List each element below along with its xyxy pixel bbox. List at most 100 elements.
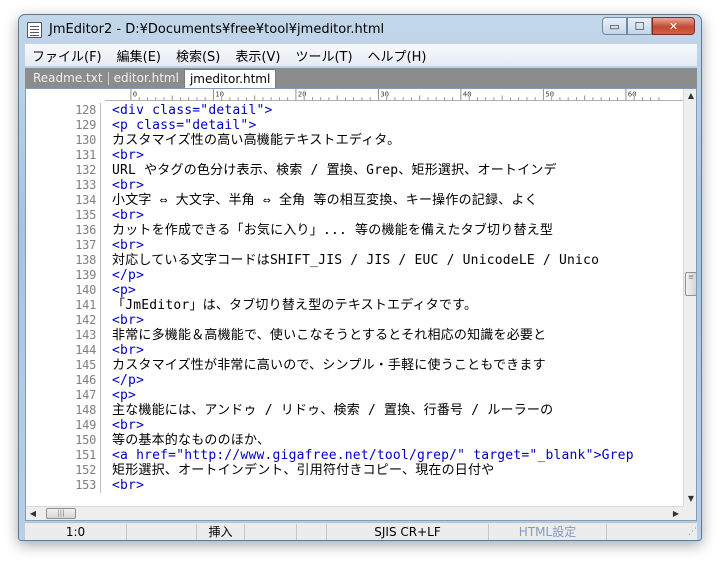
code-line[interactable]: 140 <p>: [26, 283, 683, 298]
line-number: 138: [75, 253, 96, 267]
menu-file[interactable]: ファイル(F): [25, 46, 110, 65]
line-number: 152: [75, 463, 96, 477]
horizontal-scrollbar[interactable]: ◀ ||| ▶: [26, 506, 683, 520]
code-line[interactable]: 136 カットを作成できる「お気に入り」... 等の機能を備えたタブ切り替え型: [26, 223, 683, 238]
code-line[interactable]: 145 カスタマイズ性が非常に高いので、シンプル・手軽に使うこともできます: [26, 358, 683, 373]
close-button[interactable]: ✕: [652, 17, 695, 35]
line-number: 145: [75, 358, 96, 372]
line-number: 137: [75, 238, 96, 252]
code-area[interactable]: 128 <div class="detail"> 129 <p class="deta…: [26, 103, 683, 507]
line-text[interactable]: 等の基本的なもののほか、: [103, 433, 270, 448]
code-line[interactable]: 137 <br>: [26, 238, 683, 253]
line-text[interactable]: カスタマイズ性が非常に高いので、シンプル・手軽に使うこともできます: [103, 358, 546, 373]
resize-grip-icon[interactable]: ⋰: [683, 525, 697, 539]
code-line[interactable]: 152 矩形選択、オートインデント、引用符付きコピー、現在の日付や: [26, 463, 683, 478]
code-line[interactable]: 146 </p>: [26, 373, 683, 388]
status-filetype[interactable]: HTML設定: [489, 523, 607, 540]
line-text[interactable]: URL やタグの色分け表示、検索 / 置換、Grep、矩形選択、オートインデ: [103, 163, 557, 178]
line-text[interactable]: <br>: [103, 208, 144, 223]
line-number: 131: [75, 148, 96, 162]
status-cursor-position: 1:0: [25, 523, 127, 540]
vertical-scrollbar[interactable]: ▲ ≡ ▼: [683, 89, 696, 506]
line-text[interactable]: <br>: [103, 148, 144, 163]
minimize-button[interactable]: ▭: [602, 17, 627, 35]
line-text[interactable]: </p>: [103, 268, 144, 283]
line-text[interactable]: カスタマイズ性の高い高機能テキストエディタ。: [103, 133, 400, 148]
scroll-down-icon[interactable]: ▼: [684, 492, 696, 506]
line-text[interactable]: 対応している文字コードはSHIFT_JIS / JIS / EUC / Unic…: [103, 253, 599, 268]
code-line[interactable]: 131 <br>: [26, 148, 683, 163]
ruler-corner: [26, 89, 105, 101]
code-line[interactable]: 153 <br>: [26, 478, 683, 493]
code-line[interactable]: 148 主な機能には、アンドゥ / リドゥ、検索 / 置換、行番号 / ルーラーの: [26, 403, 683, 418]
code-line[interactable]: 142 <br>: [26, 313, 683, 328]
code-line[interactable]: 130 カスタマイズ性の高い高機能テキストエディタ。: [26, 133, 683, 148]
code-line[interactable]: 151 <a href="http://www.gigafree.net/tool…: [26, 448, 683, 463]
code-line[interactable]: 129 <p class="detail">: [26, 118, 683, 133]
line-text[interactable]: 矩形選択、オートインデント、引用符付きコピー、現在の日付や: [103, 463, 494, 478]
code-line[interactable]: 143 非常に多機能＆高機能で、使いこなそうとするとそれ相応の知識を必要と: [26, 328, 683, 343]
code-line[interactable]: 150 等の基本的なもののほか、: [26, 433, 683, 448]
line-text[interactable]: <div class="detail">: [103, 103, 273, 118]
code-line[interactable]: 141 「JmEditor」は、タブ切り替え型のテキストエディタです。: [26, 298, 683, 313]
line-text[interactable]: <br>: [103, 478, 144, 493]
menu-search[interactable]: 検索(S): [169, 46, 228, 65]
tab-readme[interactable]: Readme.txt: [28, 69, 108, 88]
code-line[interactable]: 134 小文字 ⇔ 大文字、半角 ⇔ 全角 等の相互変換、キー操作の記録、よく: [26, 193, 683, 208]
line-text[interactable]: <br>: [103, 418, 144, 433]
line-number: 144: [75, 343, 96, 357]
line-text[interactable]: <p>: [103, 388, 136, 403]
ruler-mark-60: 60: [628, 89, 637, 98]
vertical-scroll-thumb[interactable]: ≡: [685, 272, 696, 296]
line-text[interactable]: 主な機能には、アンドゥ / リドゥ、検索 / 置換、行番号 / ルーラーの: [103, 403, 553, 418]
scroll-left-icon[interactable]: ◀: [26, 507, 40, 520]
status-encoding[interactable]: SJIS CR+LF: [327, 523, 489, 540]
tab-editor[interactable]: editor.html: [109, 69, 184, 88]
line-text[interactable]: 非常に多機能＆高機能で、使いこなそうとするとそれ相応の知識を必要と: [103, 328, 546, 343]
line-text[interactable]: <a href="http://www.gigafree.net/tool/gr…: [103, 448, 634, 463]
code-line[interactable]: 132 URL やタグの色分け表示、検索 / 置換、Grep、矩形選択、オートイン…: [26, 163, 683, 178]
line-text[interactable]: 「JmEditor」は、タブ切り替え型のテキストエディタです。: [103, 298, 477, 313]
horizontal-scroll-thumb[interactable]: |||: [46, 508, 76, 519]
window-controls: ▭ ☐ ✕: [602, 17, 695, 35]
line-number: 129: [75, 118, 96, 132]
editor-pane[interactable]: 0 10 20 30 40 50 60 128 <div class="detai…: [25, 88, 697, 521]
ruler-mark-30: 30: [380, 89, 389, 98]
code-line[interactable]: 139 </p>: [26, 268, 683, 283]
code-line[interactable]: 144 <br>: [26, 343, 683, 358]
line-text[interactable]: <br>: [103, 343, 144, 358]
code-line[interactable]: 133 <br>: [26, 178, 683, 193]
scroll-right-icon[interactable]: ▶: [669, 507, 683, 520]
line-text[interactable]: <p class="detail">: [103, 118, 256, 133]
line-text[interactable]: </p>: [103, 373, 144, 388]
minimize-icon: ▭: [609, 19, 620, 33]
line-text[interactable]: <br>: [103, 178, 144, 193]
menu-edit[interactable]: 編集(E): [110, 46, 169, 65]
code-line[interactable]: 149 <br>: [26, 418, 683, 433]
line-number: 130: [75, 133, 96, 147]
line-text[interactable]: 小文字 ⇔ 大文字、半角 ⇔ 全角 等の相互変換、キー操作の記録、よく: [103, 193, 538, 208]
line-number: 140: [75, 283, 96, 297]
maximize-button[interactable]: ☐: [627, 17, 652, 35]
line-number: 141: [75, 298, 96, 312]
line-text[interactable]: <br>: [103, 238, 144, 253]
editor-window: JmEditor2 - D:¥Documents¥free¥tool¥jmedi…: [18, 14, 702, 541]
tab-jmeditor[interactable]: jmeditor.html: [183, 69, 277, 88]
status-bar: 1:0 挿入 SJIS CR+LF HTML設定 ⋰: [25, 522, 697, 540]
line-text[interactable]: カットを作成できる「お気に入り」... 等の機能を備えたタブ切り替え型: [103, 223, 553, 238]
status-insert-mode[interactable]: 挿入: [197, 523, 245, 540]
line-number: 139: [75, 268, 96, 282]
menu-tools[interactable]: ツール(T): [288, 46, 360, 65]
app-icon[interactable]: [27, 22, 42, 38]
menu-help[interactable]: ヘルプ(H): [361, 46, 435, 65]
code-line[interactable]: 135 <br>: [26, 208, 683, 223]
menu-view[interactable]: 表示(V): [228, 46, 288, 65]
line-text[interactable]: <p>: [103, 283, 136, 298]
scroll-up-icon[interactable]: ▲: [684, 89, 696, 103]
title-bar[interactable]: JmEditor2 - D:¥Documents¥free¥tool¥jmedi…: [19, 15, 701, 43]
code-line[interactable]: 147 <p>: [26, 388, 683, 403]
code-line[interactable]: 138 対応している文字コードはSHIFT_JIS / JIS / EUC / U…: [26, 253, 683, 268]
code-line[interactable]: 128 <div class="detail">: [26, 103, 683, 118]
line-text[interactable]: <br>: [103, 313, 144, 328]
ruler-mark-20: 20: [298, 89, 307, 98]
